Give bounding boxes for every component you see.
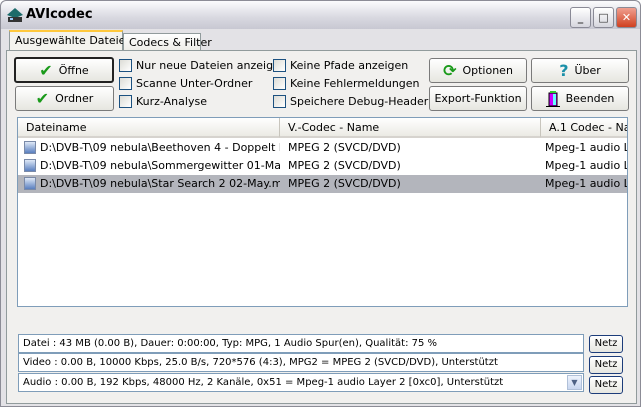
title-bar[interactable]: AVIcodec _ □ ✕ — [1, 1, 640, 29]
net-button-video[interactable]: Netz — [589, 356, 623, 374]
checkbox-box[interactable] — [273, 77, 286, 90]
column-header-audio-codec[interactable]: A.1 Codec - Nar — [540, 118, 627, 138]
tab-selected-files[interactable]: Ausgewählte Dateien — [9, 30, 132, 51]
cell-filename: D:\DVB-T\09 nebula\Star Search 2 02-May.… — [40, 177, 280, 190]
audio-info: Audio : 0.00 B, 192 Kbps, 48000 Hz, 2 Ka… — [23, 377, 504, 388]
exit-button[interactable]: Beenden — [531, 86, 629, 111]
app-window: AVIcodec _ □ ✕ Ausgewählte Dateien Codec… — [0, 0, 641, 407]
column-header-filename[interactable]: Dateiname — [18, 118, 279, 138]
checkbox-only-new-files[interactable]: Nur neue Dateien anzeigen — [119, 59, 287, 72]
checkbox-box[interactable] — [119, 77, 132, 90]
folder-button[interactable]: ✔ Ordner — [15, 86, 114, 111]
checkbox-box[interactable] — [119, 59, 132, 72]
checkbox-no-errors[interactable]: Keine Fehlermeldungen — [273, 77, 420, 90]
checkbox-box[interactable] — [273, 59, 286, 72]
checkbox-hide-paths[interactable]: Keine Pfade anzeigen — [273, 59, 408, 72]
cell-filename: D:\DVB-T\09 nebula\Sommergewitter 01-May… — [40, 159, 280, 172]
cell-video-codec: MPEG 2 (SVCD/DVD) — [288, 159, 401, 172]
cell-audio-codec: Mpeg-1 audio La — [545, 177, 628, 190]
table-row[interactable]: D:\DVB-T\09 nebula\Sommergewitter 01-May… — [18, 157, 627, 175]
export-button[interactable]: Export-Funktion — [429, 86, 527, 111]
table-row-selected[interactable]: D:\DVB-T\09 nebula\Star Search 2 02-May.… — [18, 175, 627, 193]
cell-video-codec: MPEG 2 (SVCD/DVD) — [288, 141, 401, 154]
checkbox-box[interactable] — [273, 95, 286, 108]
checkbox-box[interactable] — [119, 95, 132, 108]
window-title: AVIcodec — [26, 7, 93, 22]
close-button[interactable]: ✕ — [616, 7, 637, 28]
file-info: Datei : 43 MB (0.00 B), Dauer: 0:00:00, … — [18, 334, 584, 353]
video-file-icon — [24, 177, 36, 190]
column-header-video-codec[interactable]: V.-Codec - Name — [279, 118, 540, 138]
chevron-down-icon[interactable]: ▼ — [567, 375, 582, 390]
checkmark-icon: ✔ — [39, 60, 53, 80]
net-button-file[interactable]: Netz — [589, 335, 623, 353]
refresh-icon: ⟳ — [443, 61, 457, 80]
checkbox-scan-subfolders[interactable]: Scanne Unter-Ordner — [119, 77, 252, 90]
about-button[interactable]: ? Über — [531, 58, 629, 83]
cell-audio-codec: Mpeg-1 audio La — [545, 141, 628, 154]
exit-door-icon — [545, 90, 560, 107]
checkmark-icon: ✔ — [35, 89, 50, 108]
video-info: Video : 0.00 B, 10000 Kbps, 25.0 B/s, 72… — [18, 353, 584, 372]
checkbox-save-debug-header[interactable]: Speichere Debug-Header — [273, 95, 428, 108]
table-row[interactable]: D:\DVB-T\09 nebula\Beethoven 4 - Doppelt… — [18, 139, 627, 157]
options-button[interactable]: ⟳ Optionen — [429, 58, 527, 83]
checkbox-short-analysis[interactable]: Kurz-Analyse — [119, 95, 207, 108]
cell-filename: D:\DVB-T\09 nebula\Beethoven 4 - Doppelt… — [40, 141, 280, 154]
help-icon: ? — [559, 61, 569, 80]
video-file-icon — [24, 141, 36, 154]
video-file-icon — [24, 159, 36, 172]
cell-audio-codec: Mpeg-1 audio La — [545, 159, 628, 172]
minimize-button[interactable]: _ — [570, 7, 591, 28]
app-icon — [7, 8, 23, 22]
file-list[interactable]: Dateiname V.-Codec - Name A.1 Codec - Na… — [17, 117, 628, 307]
maximize-button[interactable]: □ — [593, 7, 614, 28]
cell-video-codec: MPEG 2 (SVCD/DVD) — [288, 177, 401, 190]
open-button[interactable]: ✔ Öffne — [14, 57, 114, 83]
net-button-audio[interactable]: Netz — [589, 376, 623, 394]
audio-info-select[interactable]: Audio : 0.00 B, 192 Kbps, 48000 Hz, 2 Ka… — [18, 373, 584, 392]
